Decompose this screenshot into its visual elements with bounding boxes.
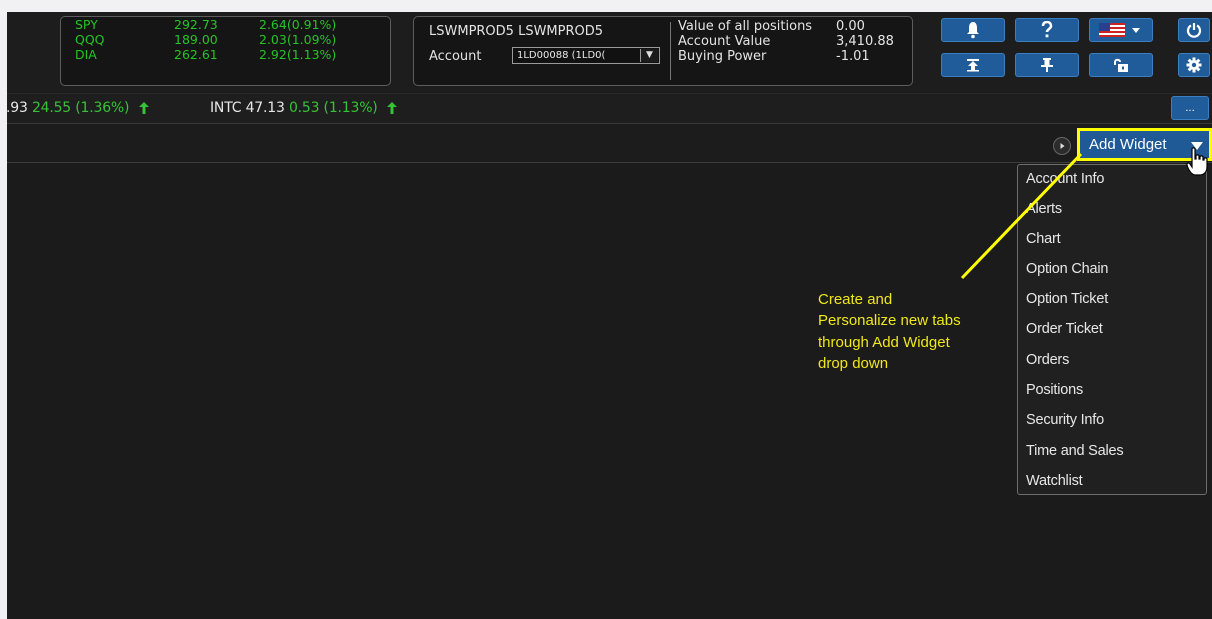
index-quotes-panel: SPY 292.73 2.64(0.91%) QQQ 189.00 2.03(1… <box>60 16 391 86</box>
annotation-line: drop down <box>818 354 889 372</box>
menu-item-security-info[interactable]: Security Info <box>1026 412 1104 428</box>
alerts-button[interactable] <box>941 18 1005 42</box>
unlock-icon <box>1114 58 1128 72</box>
tab-bar: Add Widget <box>7 125 1212 163</box>
menu-item-option-chain[interactable]: Option Chain <box>1026 261 1108 277</box>
bell-icon <box>967 22 979 39</box>
menu-item-time-and-sales[interactable]: Time and Sales <box>1026 443 1124 459</box>
account-panel: LSWMPROD5 LSWMPROD5 Account 1LD00088 (1L… <box>413 16 913 86</box>
summary-value: -1.01 <box>836 49 870 64</box>
summary-label: Value of all positions <box>678 19 813 34</box>
hand-cursor-icon <box>1186 147 1208 176</box>
annotation-line: Personalize new tabs <box>818 312 961 330</box>
upload-icon <box>967 59 979 72</box>
summary-value: 3,410.88 <box>836 34 894 49</box>
power-icon <box>1186 23 1202 38</box>
add-widget-label: Add Widget <box>1089 136 1167 153</box>
account-label: Account <box>429 49 482 64</box>
quote-change: 2.64(0.91%) <box>259 17 337 32</box>
quote-symbol: QQQ <box>75 32 105 47</box>
chevron-right-icon <box>1060 143 1065 149</box>
quote-change: 2.92(1.13%) <box>259 47 337 62</box>
menu-item-order-ticket[interactable]: Order Ticket <box>1026 321 1103 337</box>
summary-value: 0.00 <box>836 19 865 34</box>
help-icon <box>1041 21 1053 38</box>
tab-scroll-button[interactable] <box>1053 137 1071 155</box>
menu-item-option-ticket[interactable]: Option Ticket <box>1026 291 1108 307</box>
ticker-price: .93 <box>7 100 28 116</box>
quote-symbol: SPY <box>75 17 98 32</box>
pin-button[interactable] <box>1015 53 1079 77</box>
menu-item-watchlist[interactable]: Watchlist <box>1026 473 1083 489</box>
quote-price: 262.61 <box>174 47 218 62</box>
us-flag-icon <box>1099 23 1140 37</box>
pin-icon <box>1041 58 1053 72</box>
ticker-strip: .93 24.55 (1.36%) INTC 47.13 0.53 (1.13%… <box>7 93 1212 124</box>
help-button[interactable] <box>1015 18 1079 42</box>
chevron-down-icon[interactable]: ▼ <box>640 49 658 62</box>
logout-button[interactable] <box>1178 18 1210 42</box>
upload-button[interactable] <box>941 53 1005 77</box>
annotation-line: Create and <box>818 291 893 308</box>
annotation-line: through Add Widget <box>818 333 950 351</box>
menu-item-account-info[interactable]: Account Info <box>1026 171 1104 187</box>
ticker-more-button[interactable]: ... <box>1171 96 1209 120</box>
summary-label: Account Value <box>678 34 771 49</box>
menu-item-alerts[interactable]: Alerts <box>1026 201 1062 217</box>
settings-button[interactable] <box>1178 53 1210 77</box>
ticker-change: 24.55 (1.36%) <box>31 100 130 116</box>
quote-change: 2.03(1.09%) <box>259 32 337 47</box>
add-widget-menu: Account Info Alerts Chart Option Chain O… <box>1017 164 1207 495</box>
summary-label: Buying Power <box>678 49 767 64</box>
divider <box>670 22 671 80</box>
header-bar: SPY 292.73 2.64(0.91%) QQQ 189.00 2.03(1… <box>7 12 1212 92</box>
up-arrow-icon <box>138 102 149 114</box>
ticker-item[interactable]: .93 24.55 (1.36%) <box>7 100 149 116</box>
ticker-symbol: INTC <box>210 100 242 116</box>
ticker-price: 47.13 <box>245 100 285 116</box>
callout-annotation: Create and Personalize new tabs through … <box>818 289 1018 374</box>
language-button[interactable] <box>1089 18 1153 42</box>
account-select-value: 1LD00088 (1LD0( <box>517 50 606 61</box>
account-name: LSWMPROD5 LSWMPROD5 <box>429 24 604 39</box>
app-window: SPY 292.73 2.64(0.91%) QQQ 189.00 2.03(1… <box>7 12 1212 619</box>
ticker-change: 0.53 (1.13%) <box>288 100 378 116</box>
account-select[interactable]: 1LD00088 (1LD0( ▼ <box>512 47 660 64</box>
quote-symbol: DIA <box>75 47 97 62</box>
quote-price: 292.73 <box>174 17 218 32</box>
gear-icon <box>1186 57 1202 73</box>
menu-item-positions[interactable]: Positions <box>1026 382 1083 398</box>
menu-item-chart[interactable]: Chart <box>1026 231 1061 247</box>
ticker-item[interactable]: INTC 47.13 0.53 (1.13%) <box>210 100 397 116</box>
up-arrow-icon <box>386 102 397 114</box>
quote-price: 189.00 <box>174 32 218 47</box>
menu-item-orders[interactable]: Orders <box>1026 352 1069 368</box>
unlock-button[interactable] <box>1089 53 1153 77</box>
